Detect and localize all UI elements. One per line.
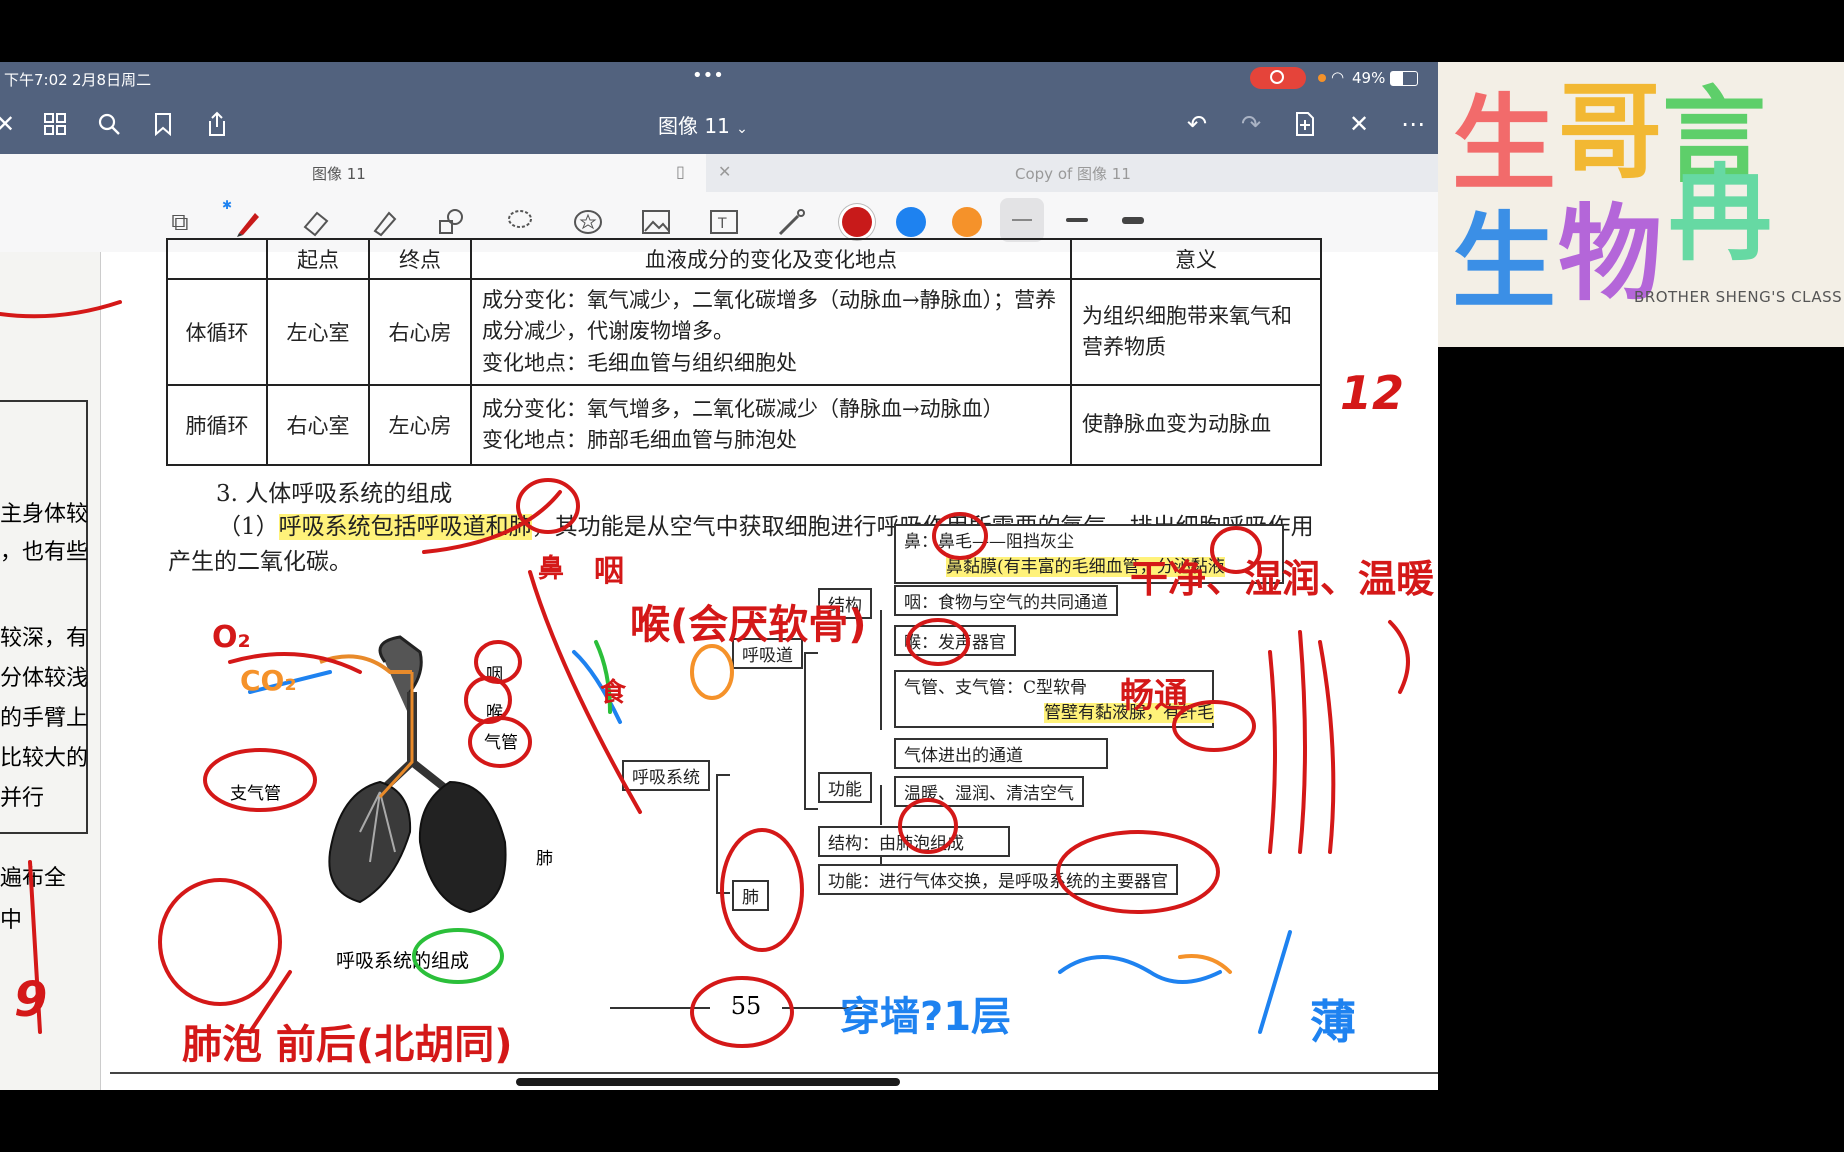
channel-logo: 生 哥 生 物 言 冉 BROTHER SHENG'S CLASS (1438, 62, 1844, 347)
wifi-icon: ◠ (1331, 68, 1345, 86)
nav-bar: ✕ 图像 11 ⌄ ↶ ↷ ✕ ⋯ (0, 94, 1438, 154)
screen-record-indicator[interactable] (1250, 67, 1306, 89)
multitask-dots[interactable]: ••• (692, 65, 724, 86)
tab-label: Copy of 图像 11 (1015, 165, 1131, 183)
tab-active[interactable]: 图像 11 ▯ (0, 154, 706, 192)
undo-icon[interactable]: ↶ (1180, 107, 1214, 141)
search-icon[interactable] (92, 107, 126, 141)
note-o2: O₂ (212, 620, 251, 655)
bookmark-icon[interactable] (146, 107, 180, 141)
color-swatch-red[interactable] (842, 207, 872, 237)
stroke-thick-button[interactable] (1122, 217, 1144, 224)
split-view-icon[interactable]: ▯ (676, 162, 685, 181)
note-pharynx: 咽 (594, 554, 624, 589)
color-swatch-orange[interactable] (952, 207, 982, 237)
battery-percent: 49% (1352, 69, 1386, 87)
more-icon[interactable]: ⋯ (1396, 107, 1430, 141)
note-bottom: 肺泡 前后(北胡同) (182, 1022, 513, 1068)
redo-icon[interactable]: ↷ (1234, 107, 1268, 141)
note-smooth: 畅通 (1120, 676, 1188, 716)
close-tab-icon[interactable]: ✕ (718, 162, 731, 181)
status-time: 下午7:02 (4, 71, 68, 89)
logo-subtitle: BROTHER SHENG'S CLASS (1634, 288, 1843, 306)
grid-icon[interactable] (38, 107, 72, 141)
document-title-text: 图像 11 (658, 114, 730, 138)
note-nine: 9 (14, 972, 48, 1028)
mic-indicator-icon (1318, 74, 1326, 82)
bluetooth-icon: ✱ (222, 198, 233, 212)
close-icon[interactable]: ✕ (0, 107, 22, 141)
note-clean-warm: 干净、湿润、温暖 (1130, 557, 1435, 601)
logo-char: 生 (1452, 201, 1557, 323)
home-indicator[interactable] (516, 1078, 900, 1086)
battery-icon (1390, 71, 1418, 86)
logo-char: 冉 (1668, 153, 1773, 275)
close-document-icon[interactable]: ✕ (1342, 107, 1376, 141)
tab-label: 图像 11 (312, 165, 366, 183)
status-bar: 下午7:02 2月8日周二 ••• ◠ 49% (0, 62, 1438, 94)
stroke-medium-button[interactable] (1066, 218, 1088, 222)
chevron-down-icon: ⌄ (736, 121, 748, 137)
color-swatch-blue[interactable] (896, 207, 926, 237)
note-twelve: 12 (1340, 366, 1405, 420)
note-co2: CO₂ (240, 664, 297, 697)
logo-char: 生 (1452, 83, 1557, 205)
logo-char: 哥 (1558, 71, 1663, 193)
tab-inactive[interactable]: Copy of 图像 11 (740, 154, 1438, 192)
add-page-icon[interactable] (1288, 107, 1322, 141)
share-icon[interactable] (200, 107, 234, 141)
note-larynx: 喉(会厌软骨) (630, 602, 867, 648)
ink-annotations (0, 300, 1410, 1048)
svg-text:T: T (717, 216, 727, 232)
note-nose: 鼻 (538, 554, 565, 584)
ipad-app-window: 下午7:02 2月8日周二 ••• ◠ 49% ✕ 图像 11 ⌄ ↶ ↷ ✕ … (0, 62, 1438, 1090)
document-page[interactable]: 主身体较 ，也有些 较深，有 分体较浅 的手臂上 比较大的 并行 遍布全 中 起… (0, 238, 1438, 1090)
status-date: 2月8日周二 (72, 71, 152, 89)
note-wall: 穿墙?1层 (840, 994, 1012, 1040)
stroke-thin-button[interactable] (1000, 198, 1044, 242)
tab-bar: 图像 11 ▯ ✕ Copy of 图像 11 (0, 154, 1438, 192)
note-thin: 薄 (1310, 995, 1356, 1049)
document-title[interactable]: 图像 11 ⌄ (658, 110, 748, 139)
note-food: 食 (600, 678, 627, 708)
